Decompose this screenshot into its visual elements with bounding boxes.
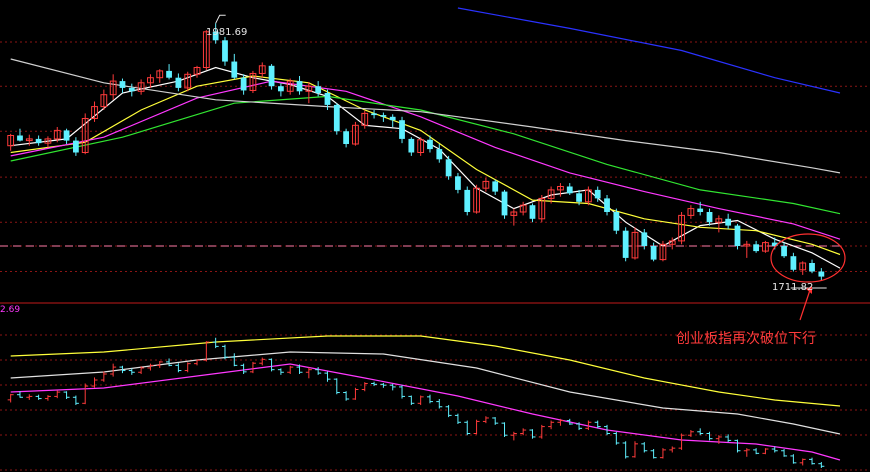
chart-stage: 1981.69 1711.82 2.69 创业板指再次破位下行 [0,0,870,472]
candle-body-down [641,232,648,246]
candle-body-down [380,115,387,117]
high-price-label: 1981.69 [206,27,248,38]
candle-body-down [389,116,396,121]
candle-body-down [781,246,787,257]
candle-body-down [436,149,443,160]
candle-body-down [529,205,536,219]
candle-body-down [399,120,405,139]
candle-body-down [17,135,23,141]
candle-body-down [697,208,704,212]
candle-body-down [492,181,499,192]
candle-body-down [72,140,79,153]
candle-body-down [333,104,340,132]
candle-body-down [128,87,135,92]
candle-body-down [464,189,471,212]
candle-body-down [343,131,350,144]
candle-body-down [324,93,331,105]
candle-body-down [166,70,172,78]
candle-body-down [501,191,508,216]
candle-body-down [175,77,182,88]
candle-body-down [277,86,284,92]
line-ma20 [10,80,841,240]
price-chart [0,7,870,471]
candle-body-down [408,138,415,153]
annotation-text: 创业板指再次破位下行 [676,331,816,347]
high-marker-leader [215,14,226,24]
candle-body-down [566,186,573,194]
candle-body-down [315,86,322,93]
candle-body-down [35,138,42,144]
line-ma120 [457,7,841,94]
candle-body-down [650,246,657,260]
candle-body-down [809,263,815,272]
candle-body-down [455,176,461,190]
line-ma60 [10,58,841,174]
candle-body-down [231,61,238,78]
candle-body-down [790,256,797,270]
candle-body-down [725,218,732,226]
indicator-axis-label: 2.69 [0,305,21,315]
candle-body-down [427,139,433,150]
candle-body-down [594,189,601,199]
candle-body-down [240,77,247,91]
candle-body-down [445,159,452,177]
candle-body-down [818,271,825,277]
candle-body-down [604,198,610,212]
candle-body-down [622,230,629,258]
line-ma10 [10,75,841,256]
candle-body-down [268,65,275,87]
annotation-arrow [799,289,811,321]
candle-body-down [576,193,582,202]
candle-body-down [613,212,620,231]
candle-body-down [222,40,228,62]
band-middle [10,351,841,435]
candle-body-down [296,81,303,92]
line-ma5 [10,66,841,269]
low-price-label: 1711.82 [772,282,814,293]
candle-body-down [734,225,741,246]
candle-body-down [706,212,713,223]
candle-body-down [371,113,377,116]
candle-body-down [119,81,126,88]
highlight-ellipse [770,233,846,283]
candle-body-down [753,244,760,252]
candle-body-down [63,130,70,141]
